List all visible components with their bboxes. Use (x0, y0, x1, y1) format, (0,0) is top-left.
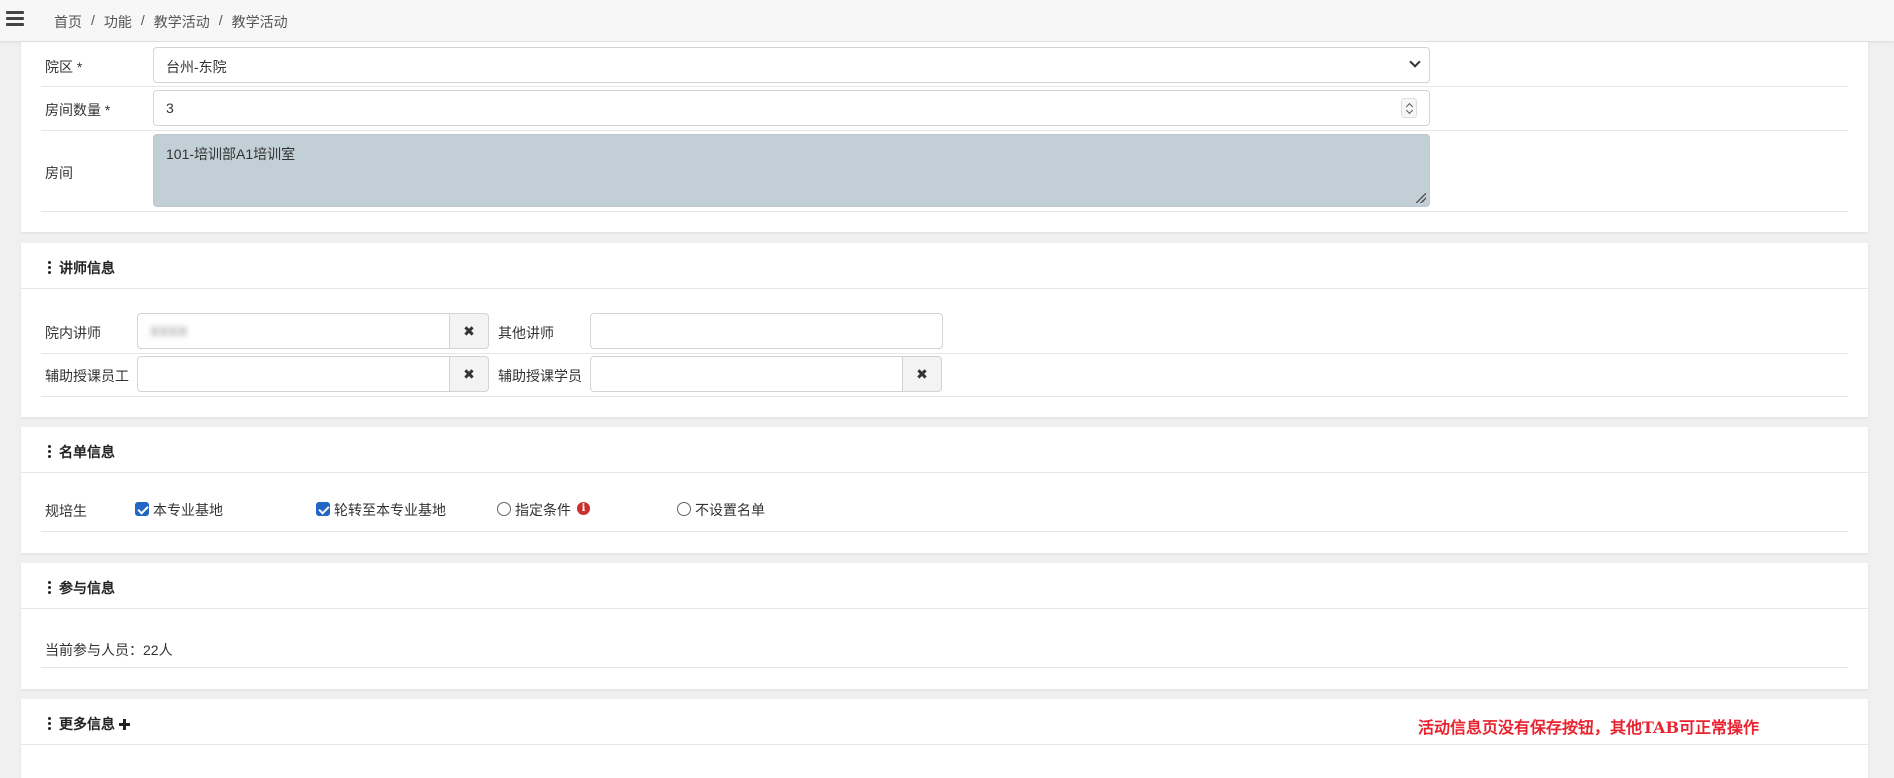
breadcrumb-separator: / (91, 12, 95, 28)
info-icon[interactable]: i (577, 502, 590, 515)
assist-staff-label: 辅助授课员工 (45, 368, 129, 384)
menu-icon[interactable] (6, 11, 24, 29)
row-divider (41, 396, 1848, 397)
location-card: 院区 * 台州-东院 房间数量 * 3 房间 101-培训部A1培训室 (21, 42, 1868, 232)
participation-card-title: 参与信息 (48, 578, 115, 598)
clear-assist-staff-button[interactable]: ✖ (449, 356, 489, 392)
kebab-icon (48, 444, 52, 460)
participation-title-text: 参与信息 (59, 580, 115, 596)
kebab-icon (48, 260, 52, 276)
campus-select-value: 台州-东院 (166, 59, 227, 75)
radio-specified-condition[interactable] (497, 502, 511, 516)
row-divider (41, 353, 1848, 354)
clear-internal-lecturer-button[interactable]: ✖ (449, 313, 489, 349)
roster-card-header: 名单信息 (21, 427, 1868, 473)
campus-select[interactable]: 台州-东院 (153, 47, 1430, 83)
number-spinner-icon[interactable] (1401, 98, 1417, 118)
more-info-title-text: 更多信息 (59, 716, 115, 732)
lecturer-title-text: 讲师信息 (59, 260, 115, 276)
assist-student-label: 辅助授课学员 (498, 368, 582, 384)
current-participants-text: 当前参与人员：22人 (45, 642, 173, 658)
row-divider (41, 531, 1848, 532)
participation-card: 参与信息 当前参与人员：22人 (21, 563, 1868, 689)
breadcrumb-home[interactable]: 首页 (54, 12, 82, 32)
option-rotated-base-label[interactable]: 轮转至本专业基地 (334, 500, 446, 520)
more-info-card: 更多信息 (21, 699, 1868, 778)
internal-lecturer-input[interactable]: XXXX (137, 313, 450, 349)
option-own-base-label[interactable]: 本专业基地 (153, 500, 223, 520)
internal-lecturer-label: 院内讲师 (45, 325, 101, 341)
close-icon: ✖ (916, 365, 928, 382)
lecturer-card: 讲师信息 院内讲师 XXXX ✖ 其他讲师 辅助授课员工 ✖ 辅助授课学员 ✖ (21, 243, 1868, 417)
resize-handle-icon[interactable] (1416, 193, 1426, 203)
clear-assist-student-button[interactable]: ✖ (902, 356, 942, 392)
annotation-note: 活动信息页没有保存按钮，其他TAB可正常操作 (1418, 718, 1759, 737)
lecturer-card-title: 讲师信息 (48, 258, 115, 278)
checkbox-rotated-base[interactable] (316, 502, 330, 516)
row-divider (41, 130, 1848, 131)
row-divider (41, 667, 1848, 668)
option-specified-condition-label[interactable]: 指定条件 (515, 500, 571, 520)
lecturer-card-header: 讲师信息 (21, 243, 1868, 289)
checkbox-own-base[interactable] (135, 502, 149, 516)
radio-no-roster[interactable] (677, 502, 691, 516)
breadcrumb-current: 教学活动 (231, 14, 288, 30)
room-count-input[interactable]: 3 (153, 90, 1430, 126)
room-count-value: 3 (166, 100, 174, 116)
internal-lecturer-value: XXXX (150, 323, 188, 339)
row-divider (41, 86, 1848, 87)
room-label: 房间 (45, 165, 73, 181)
assist-staff-input[interactable] (137, 356, 450, 392)
kebab-icon (48, 580, 52, 596)
row-divider (41, 211, 1848, 212)
assist-student-input[interactable] (590, 356, 903, 392)
participation-card-header: 参与信息 (21, 563, 1868, 609)
breadcrumb-function[interactable]: 功能 (104, 12, 132, 32)
other-lecturer-input[interactable] (590, 313, 943, 349)
roster-card-title: 名单信息 (48, 442, 115, 462)
chevron-down-icon (1409, 56, 1421, 68)
trainee-label: 规培生 (45, 503, 87, 519)
plus-icon[interactable] (119, 718, 130, 730)
option-no-roster-label[interactable]: 不设置名单 (695, 500, 765, 520)
top-bar: 首页 / 功能 / 教学活动 / 教学活动 (0, 0, 1894, 42)
room-textarea-value: 101-培训部A1培训室 (166, 146, 296, 162)
other-lecturer-label: 其他讲师 (498, 325, 554, 341)
roster-card: 名单信息 规培生 本专业基地 轮转至本专业基地 指定条件 i 不设置名单 (21, 427, 1868, 553)
breadcrumb: 首页 / 功能 / 教学活动 / 教学活动 (54, 12, 288, 32)
roster-title-text: 名单信息 (59, 444, 115, 460)
kebab-icon (48, 716, 52, 732)
more-info-card-title[interactable]: 更多信息 (48, 714, 130, 734)
room-count-label: 房间数量 * (45, 102, 111, 118)
room-textarea[interactable]: 101-培训部A1培训室 (153, 134, 1430, 207)
breadcrumb-separator: / (218, 12, 223, 28)
close-icon: ✖ (463, 365, 475, 382)
breadcrumb-teaching-activities[interactable]: 教学活动 (154, 12, 210, 32)
close-icon: ✖ (463, 322, 475, 339)
breadcrumb-separator: / (140, 12, 145, 28)
campus-label: 院区 * (45, 59, 83, 75)
